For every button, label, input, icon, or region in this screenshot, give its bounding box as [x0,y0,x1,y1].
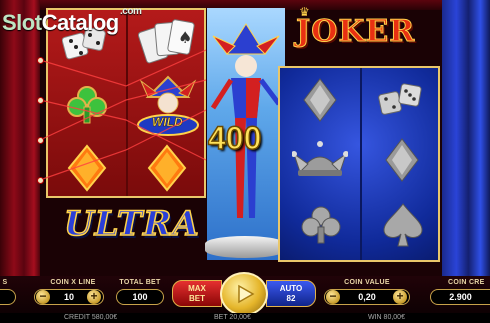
coin-credit-display: 2.900 [430,289,490,305]
curtain-right [442,0,490,290]
payline-marker [37,137,44,144]
watermark-part2: Catalog [41,10,120,35]
coin-x-line-minus-button[interactable]: − [36,290,50,304]
joker-logo: JOKER [295,14,416,50]
ultra-logo: ULTRA [63,203,200,245]
max-bet-line1: MAX [188,284,206,293]
total-bet-display: 100 [116,289,164,305]
payline-marker [37,97,44,104]
spade-icon [378,198,428,252]
dice-icon [376,76,428,126]
payline-marker [37,57,44,64]
win-amount: 400 [207,119,262,157]
reel-divider [360,68,362,260]
curtain-left [0,0,40,290]
spin-button[interactable] [220,272,268,316]
status-bar: CREDIT 580,00€ BET 20,00€ WIN 80,00€ [0,313,490,323]
coin-value-plus-button[interactable]: + [393,290,407,304]
auto-line1: AUTO [279,284,303,293]
diamond-icon [380,134,424,186]
coin-x-line-label: COIN X LINE [50,279,96,286]
max-bet-line2: BET [189,294,205,303]
watermark-part1: Slot [2,10,42,35]
watermark-suffix: .com [120,6,142,17]
coin-value-minus-button[interactable]: − [326,290,340,304]
watermark-logo: SlotCatalog .com [2,6,142,36]
max-bet-button[interactable]: MAX BET [172,280,222,307]
podium [205,236,285,258]
play-icon [238,284,255,304]
coin-credit-label: COIN CRE [448,279,485,286]
total-bet-label: TOTAL BET [119,279,161,286]
auto-button[interactable]: AUTO 82 [266,280,316,307]
credit-status: CREDIT 580,00€ [64,314,118,321]
diamond-icon [298,74,342,126]
lines-label: S [2,279,8,286]
auto-line2: 82 [286,294,296,303]
reels-right-panel [278,66,440,262]
lines-display [0,289,16,305]
win-status: WIN 80,00€ [368,314,405,321]
coin-value-label: COIN VALUE [344,279,390,286]
jester-hat-icon [290,134,350,186]
payline-overlay [39,49,207,181]
payline-marker [37,177,44,184]
club-icon [296,198,346,252]
bet-status: BET 20,00€ [214,314,251,321]
coin-x-line-plus-button[interactable]: + [87,290,101,304]
